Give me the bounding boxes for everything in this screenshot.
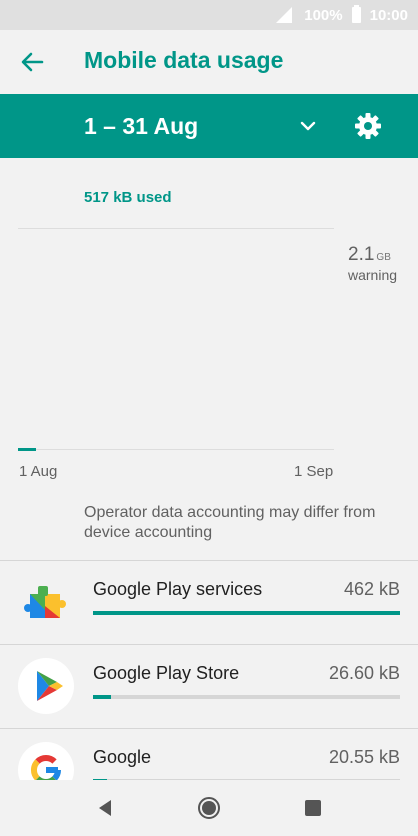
settings-button[interactable] xyxy=(352,110,384,142)
google-play-store-icon xyxy=(18,658,74,714)
app-usage-row-google-play-store[interactable]: Google Play Store 26.60 kB xyxy=(0,645,418,728)
circle-home-icon xyxy=(198,797,220,819)
warning-value: 2.1 xyxy=(348,244,375,265)
usage-progress-fill xyxy=(93,611,400,615)
chart-axis-end-label: 1 Sep xyxy=(294,463,334,480)
cycle-dropdown-label[interactable]: 1 – 31 Aug xyxy=(84,113,198,140)
system-navigation-bar xyxy=(0,780,418,836)
usage-progress-bar xyxy=(93,695,400,699)
back-button[interactable] xyxy=(14,44,50,80)
nav-back-button[interactable] xyxy=(94,797,116,819)
app-usage-amount: 462 kB xyxy=(343,579,400,599)
app-usage-amount: 26.60 kB xyxy=(328,663,400,683)
arrow-back-icon xyxy=(21,52,44,72)
app-name: Google Play services xyxy=(93,579,263,599)
chevron-down-icon xyxy=(300,121,316,131)
app-usage-amount: 20.55 kB xyxy=(328,747,400,767)
triangle-back-icon xyxy=(99,800,111,816)
usage-progress-bar xyxy=(93,611,400,615)
clock: 10:00 xyxy=(369,6,408,24)
accounting-disclaimer: Operator data accounting may differ from… xyxy=(84,504,376,541)
chart-limit-line xyxy=(18,228,334,229)
warning-label: warning xyxy=(348,267,398,283)
page-title: Mobile data usage xyxy=(84,47,284,73)
usage-trend-line xyxy=(18,448,36,451)
gear-icon xyxy=(355,113,381,139)
warning-unit: GB xyxy=(376,252,391,263)
google-icon xyxy=(18,742,74,780)
square-recents-icon[interactable] xyxy=(305,800,321,816)
battery-icon xyxy=(351,5,361,23)
app-bar: Mobile data usage xyxy=(0,30,418,94)
status-indicators: 100% 10:00 xyxy=(276,0,408,30)
battery-percentage: 100% xyxy=(304,6,343,24)
warning-threshold[interactable]: 2.1 GB xyxy=(348,244,391,266)
signal-icon xyxy=(276,7,293,23)
google-play-services-icon xyxy=(18,574,74,630)
app-usage-row-google-play-services[interactable]: Google Play services 462 kB xyxy=(0,561,418,644)
cycle-selector-bar: 1 – 31 Aug xyxy=(0,94,418,158)
cycle-dropdown-button[interactable] xyxy=(294,112,322,140)
chart-baseline xyxy=(18,449,334,450)
app-name: Google Play Store xyxy=(93,663,240,683)
usage-progress-fill xyxy=(93,695,112,699)
data-used-summary: 517 kB used xyxy=(84,189,172,206)
chart-axis-start-label: 1 Aug xyxy=(19,463,58,480)
app-usage-row-google[interactable]: Google 20.55 kB xyxy=(0,729,418,780)
status-bar: 100% 10:00 xyxy=(0,0,418,30)
nav-home-button[interactable] xyxy=(197,796,221,820)
app-name: Google xyxy=(93,747,152,767)
